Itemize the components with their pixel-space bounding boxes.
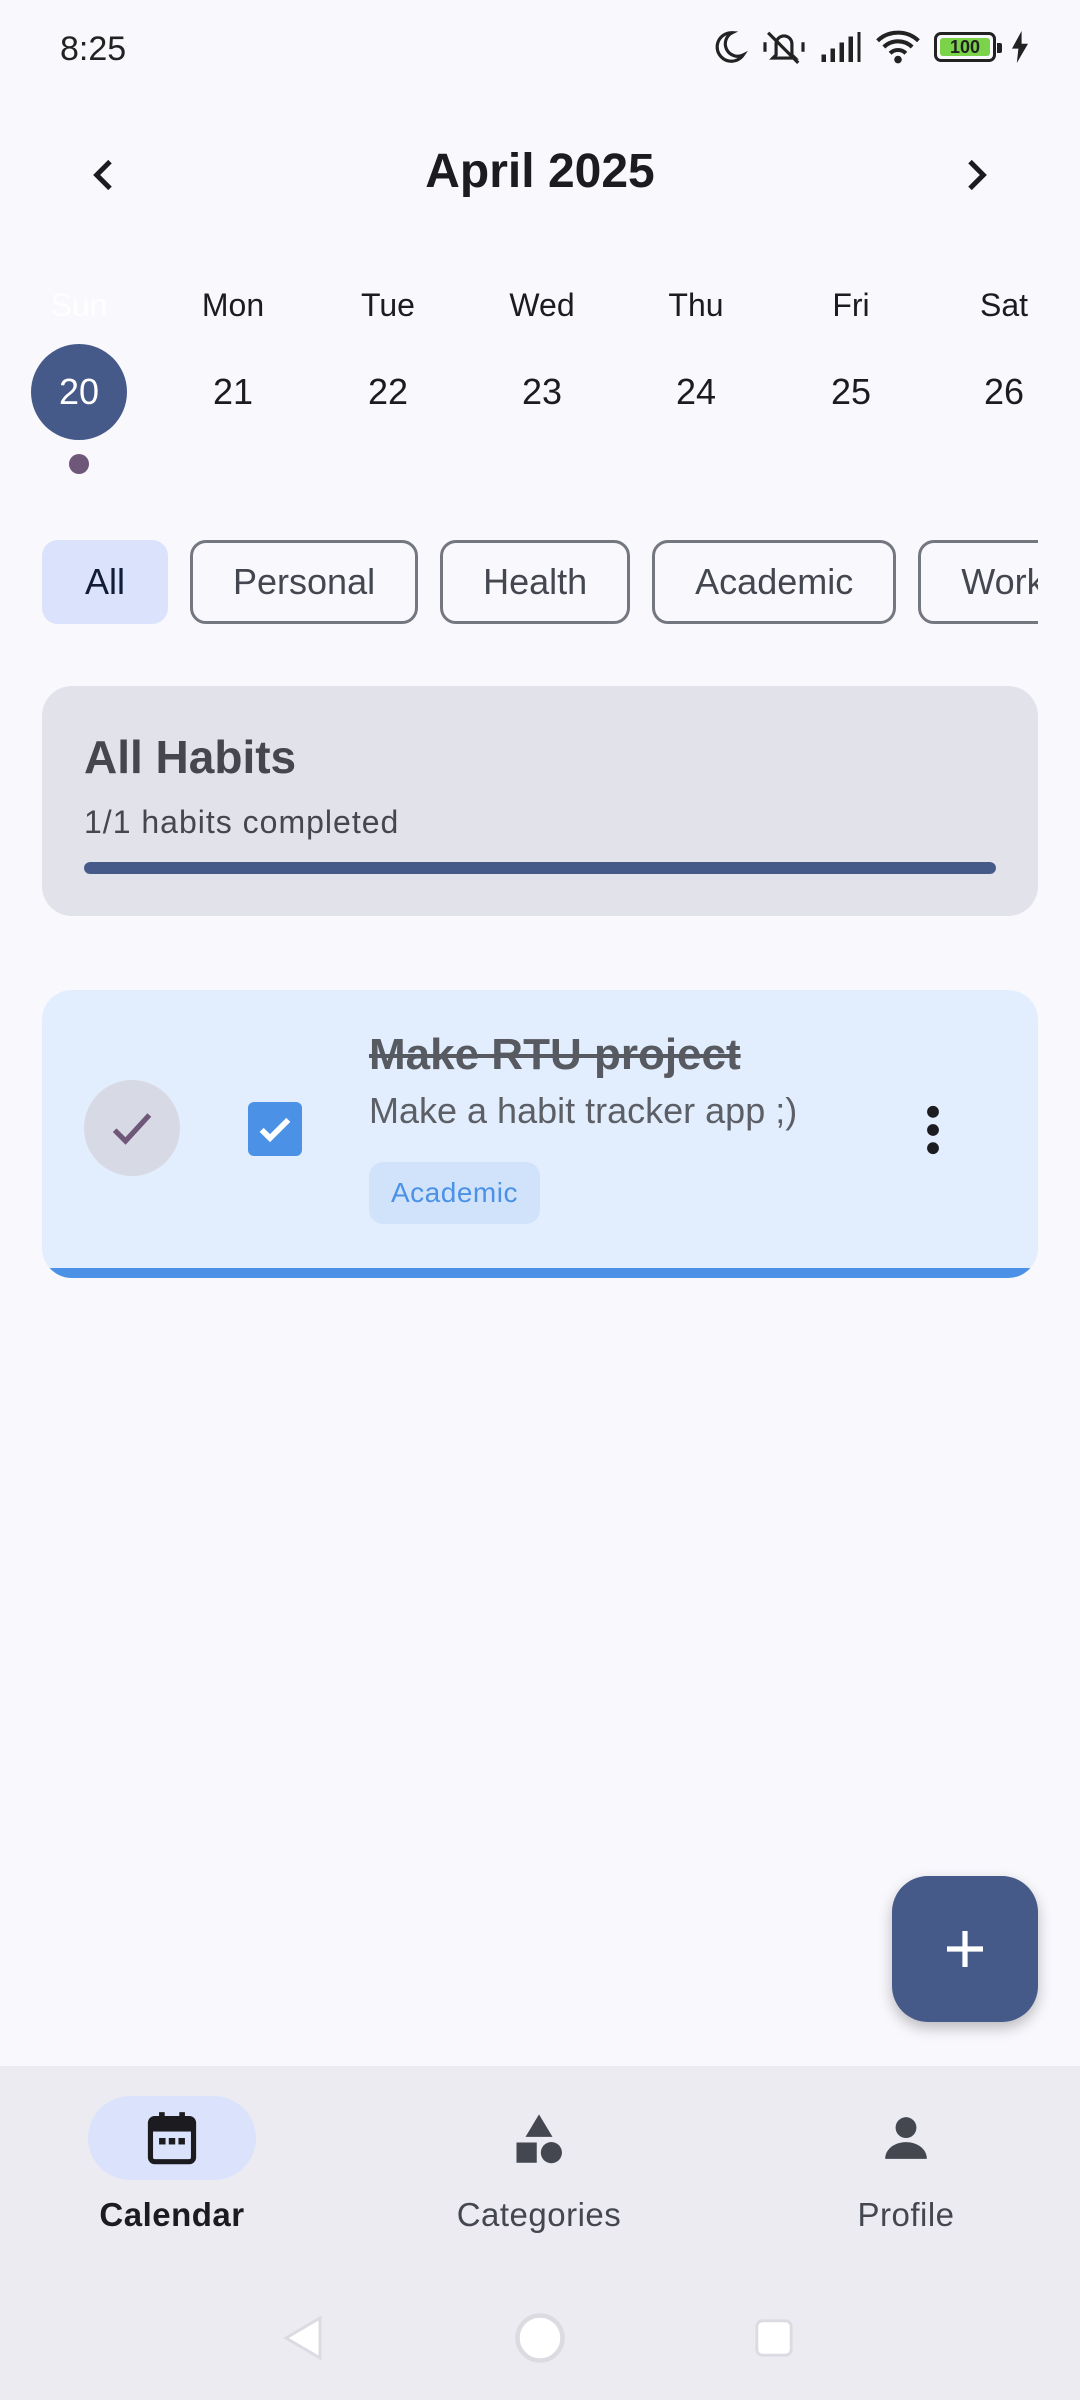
nav-label: Calendar (99, 2196, 245, 2233)
system-back-button[interactable] (274, 2310, 330, 2366)
home-circle-icon (515, 2313, 565, 2363)
summary-title: All Habits (84, 731, 297, 783)
day-thu[interactable]: Thu 24 (631, 280, 761, 440)
status-bar: 8:25 100 (0, 0, 1080, 100)
progress-bar (84, 862, 996, 874)
day-number: 21 (212, 371, 254, 412)
day-name: Tue (361, 287, 415, 323)
system-home-button[interactable] (512, 2310, 568, 2366)
categories-icon (516, 2114, 562, 2164)
chip-academic[interactable]: Academic (652, 540, 897, 624)
week-strip: Sun 20 Mon 21 Tue 22 Wed 23 Thu 24 Fri 2… (0, 280, 1080, 480)
chip-personal[interactable]: Personal (190, 540, 419, 624)
category-filter-chips: All Personal Health Academic Work (42, 540, 1038, 624)
day-tue[interactable]: Tue 22 (323, 280, 453, 440)
day-fri[interactable]: Fri 25 (786, 280, 916, 440)
month-title: April 2025 (425, 145, 655, 198)
charging-icon (1012, 31, 1028, 63)
nav-calendar[interactable]: Calendar (22, 2096, 322, 2234)
day-number: 24 (675, 371, 717, 412)
add-habit-button[interactable] (892, 1876, 1038, 2022)
month-header: April 2025 (0, 130, 1080, 220)
status-time: 8:25 (60, 30, 127, 68)
habit-more-options-button[interactable] (908, 1090, 958, 1170)
day-sun[interactable]: Sun 20 (14, 280, 144, 474)
profile-icon (885, 2117, 927, 2159)
battery-level: 100 (949, 36, 981, 57)
recents-square-icon (755, 2319, 793, 2357)
system-recents-button[interactable] (746, 2310, 802, 2366)
day-mon[interactable]: Mon 21 (168, 280, 298, 440)
day-name: Thu (668, 287, 724, 323)
day-number: 23 (521, 371, 563, 412)
day-sat[interactable]: Sat 26 (939, 280, 1069, 440)
plus-icon (947, 1931, 983, 1967)
chip-work[interactable]: Work (918, 540, 1038, 624)
day-number: 25 (830, 371, 872, 412)
day-number: 20 (31, 344, 127, 440)
habit-indicator-dot (69, 454, 89, 474)
nav-categories[interactable]: Categories (389, 2096, 689, 2234)
day-number: 26 (983, 371, 1025, 412)
system-navigation-bar (0, 2290, 1080, 2380)
habit-checkbox[interactable] (248, 1102, 302, 1156)
nav-label: Profile (857, 2196, 955, 2233)
day-wed[interactable]: Wed 23 (477, 280, 607, 440)
moon-icon (715, 31, 748, 63)
back-triangle-icon (283, 2315, 322, 2361)
calendar-icon (147, 2112, 197, 2165)
day-name: Fri (832, 287, 870, 323)
signal-icon (821, 32, 861, 62)
nav-icon-container (455, 2096, 623, 2180)
all-habits-summary-card: All Habits 1/1 habits completed (42, 686, 1038, 916)
battery-icon: 100 (934, 32, 1002, 62)
nav-icon-container (88, 2096, 256, 2180)
habit-category-tag: Academic (369, 1162, 540, 1224)
more-vert-icon (927, 1105, 939, 1155)
habit-card[interactable]: Make RTU project Make a habit tracker ap… (42, 990, 1038, 1278)
check-icon (112, 1113, 152, 1145)
habit-category-color-bar (42, 1268, 1038, 1278)
checkmark-icon (259, 1117, 291, 1143)
wifi-icon (876, 30, 920, 64)
progress-bar-fill (84, 862, 996, 874)
chevron-right-icon (968, 159, 987, 191)
complete-toggle-button[interactable] (84, 1080, 180, 1176)
status-icons: 100 (710, 28, 1030, 66)
chip-all[interactable]: All (42, 540, 169, 624)
nav-icon-container (822, 2096, 990, 2180)
next-week-button[interactable] (940, 140, 1010, 210)
habit-description: Make a habit tracker app ;) (369, 1090, 798, 1131)
chip-health[interactable]: Health (440, 540, 631, 624)
day-name: Mon (201, 287, 265, 323)
day-name: Sun (50, 287, 108, 323)
nav-profile[interactable]: Profile (756, 2096, 1056, 2234)
day-name: Wed (509, 287, 575, 323)
nav-label: Categories (456, 2196, 622, 2233)
summary-subtitle: 1/1 habits completed (84, 804, 400, 840)
habit-title: Make RTU project (369, 1030, 741, 1079)
day-name: Sat (979, 287, 1029, 323)
silent-icon (763, 31, 805, 64)
day-number: 22 (367, 371, 409, 412)
